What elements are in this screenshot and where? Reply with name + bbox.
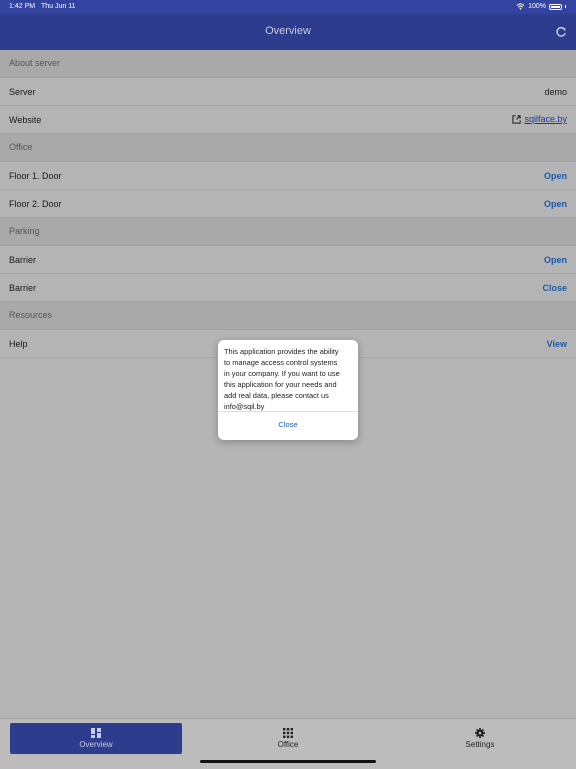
status-right: 100% (516, 3, 566, 10)
close-barrier-button[interactable]: Close (542, 283, 567, 293)
tab-settings[interactable]: Settings (394, 723, 566, 754)
row-label: Floor 2. Door (9, 199, 62, 209)
dialog-line: This application provides the ability (224, 347, 339, 356)
overview-list: About server Server demo Website sqilfac… (0, 50, 576, 358)
website-link[interactable]: sqilface.by (512, 114, 567, 124)
row-label: Server (9, 87, 36, 97)
row-label: Floor 1. Door (9, 171, 62, 181)
view-help-button[interactable]: View (547, 339, 567, 349)
tab-label: Settings (465, 740, 495, 749)
row-label: Barrier (9, 283, 37, 293)
dialog-message: This application provides the ability to… (218, 340, 358, 412)
battery-percent: 100% (528, 3, 546, 10)
grid-icon (91, 728, 101, 738)
row-floor-2-door: Floor 2. Door Open (0, 190, 576, 218)
dots-grid-icon (283, 728, 293, 738)
row-label: Help (9, 339, 28, 349)
section-header-about-server: About server (0, 50, 576, 78)
refresh-icon[interactable] (555, 26, 567, 38)
home-indicator (200, 760, 376, 763)
open-barrier-button[interactable]: Open (544, 255, 567, 265)
row-label: Website (9, 115, 42, 125)
section-header-resources: Resources (0, 302, 576, 330)
status-bar: 1:42 PM Thu Jun 11 100% (0, 0, 576, 14)
section-header-office: Office (0, 134, 576, 162)
row-floor-1-door: Floor 1. Door Open (0, 162, 576, 190)
status-date: Thu Jun 11 (41, 3, 76, 10)
dialog-line: to manage access control systems (224, 358, 338, 367)
status-time: 1:42 PM (9, 3, 36, 10)
battery-icon (549, 3, 562, 10)
dialog-close-button[interactable]: Close (218, 412, 358, 438)
dialog-line: add real data, please contact us (224, 391, 329, 400)
website-link-text[interactable]: sqilface.by (524, 114, 567, 124)
info-dialog: This application provides the ability to… (218, 340, 358, 440)
row-website: Website sqilface.by (0, 106, 576, 134)
open-floor-1-door-button[interactable]: Open (544, 171, 567, 181)
server-value: demo (544, 87, 567, 97)
external-link-icon (512, 114, 522, 124)
gear-icon (475, 728, 485, 738)
nav-bar: Overview (0, 14, 576, 50)
row-barrier-open: Barrier Open (0, 246, 576, 274)
open-floor-2-door-button[interactable]: Open (544, 199, 567, 209)
dialog-line: info@sqil.by (224, 402, 265, 411)
row-barrier-close: Barrier Close (0, 274, 576, 302)
dialog-line: in your company. If you want to use (224, 369, 340, 378)
dialog-line: this application for your needs and (224, 380, 337, 389)
row-server: Server demo (0, 78, 576, 106)
row-label: Barrier (9, 255, 37, 265)
tab-overview[interactable]: Overview (10, 723, 182, 754)
section-header-parking: Parking (0, 218, 576, 246)
wifi-icon (516, 3, 525, 10)
tab-label: Overview (79, 740, 113, 749)
tab-office[interactable]: Office (202, 723, 374, 754)
tab-label: Office (277, 740, 299, 749)
battery-tip (565, 5, 566, 8)
page-title: Overview (265, 25, 311, 37)
